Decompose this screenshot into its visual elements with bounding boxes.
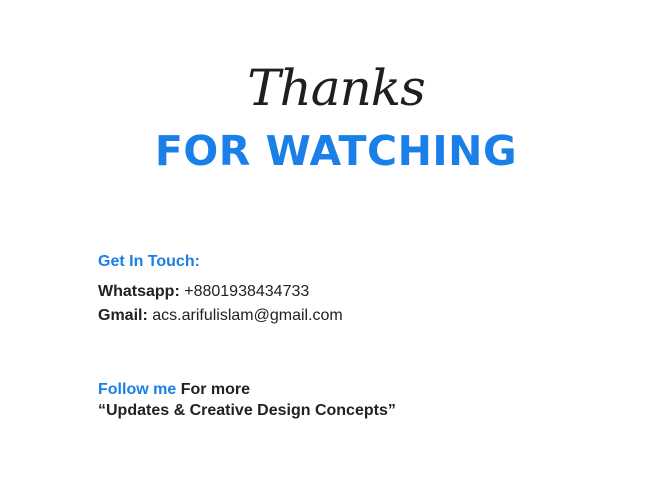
whatsapp-number[interactable]: +8801938434733	[184, 283, 309, 300]
whatsapp-label: Whatsapp:	[98, 283, 180, 300]
gmail-address[interactable]: acs.arifulislam@gmail.com	[152, 307, 343, 324]
for-watching-headline: FOR WATCHING	[154, 127, 518, 175]
follow-line: Follow me For more	[98, 379, 250, 401]
gmail-line: Gmail: acs.arifulislam@gmail.com	[98, 305, 343, 327]
gmail-label: Gmail:	[98, 307, 148, 324]
follow-for-more-text: For more	[180, 381, 251, 398]
get-in-touch-heading: Get In Touch:	[98, 253, 200, 270]
thanks-script-title: Thanks	[247, 59, 426, 117]
updates-tagline: “Updates & Creative Design Concepts”	[98, 402, 396, 419]
whatsapp-line: Whatsapp: +8801938434733	[98, 281, 309, 303]
follow-me-highlight: Follow me	[98, 381, 177, 398]
